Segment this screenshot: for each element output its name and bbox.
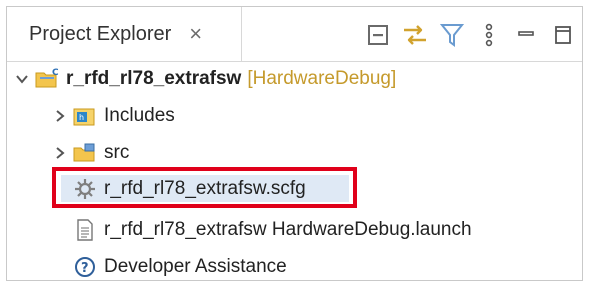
tree-item-label: r_rfd_rl78_extrafsw HardwareDebug.launch [104, 219, 472, 240]
view-tab-bar: Project Explorer × [7, 7, 582, 62]
chevron-right-icon[interactable] [52, 109, 68, 123]
filter-icon[interactable] [437, 21, 467, 49]
chevron-right-icon[interactable] [52, 146, 68, 160]
tree-item-label: r_rfd_rl78_extrafsw.scfg [104, 178, 306, 199]
tree-item-label: Developer Assistance [104, 256, 287, 277]
collapse-all-icon[interactable] [363, 21, 393, 49]
project-build-config: [HardwareDebug] [247, 68, 397, 89]
tree-item-label: Includes [104, 105, 175, 126]
link-with-editor-icon[interactable] [400, 21, 430, 49]
chevron-down-icon[interactable] [14, 72, 30, 86]
svg-text:h: h [79, 113, 84, 122]
tab-project-explorer[interactable]: Project Explorer × [7, 7, 242, 61]
tree-item-developer-assistance[interactable]: ? Developer Assistance [72, 250, 287, 284]
tree-item-src[interactable]: src [52, 136, 129, 170]
source-folder-icon [72, 140, 98, 166]
svg-text:C: C [52, 68, 59, 78]
project-name: r_rfd_rl78_extrafsw [66, 68, 242, 89]
help-icon: ? [72, 254, 98, 280]
gear-file-icon [72, 176, 98, 202]
view-menu-icon[interactable] [474, 21, 504, 49]
view-toolbar [363, 21, 585, 49]
tree-item-scfg[interactable]: r_rfd_rl78_extrafsw.scfg [72, 172, 306, 206]
minimize-icon[interactable] [511, 21, 541, 49]
c-project-folder-icon: C [34, 66, 60, 92]
tree-item-project[interactable]: C r_rfd_rl78_extrafsw [HardwareDebug] [14, 62, 396, 96]
tree-item-label: src [104, 142, 130, 163]
tab-title: Project Explorer [29, 22, 172, 45]
tree-item-launch[interactable]: r_rfd_rl78_extrafsw HardwareDebug.launch [72, 213, 472, 247]
tree-item-includes[interactable]: h Includes [52, 99, 175, 133]
maximize-icon[interactable] [548, 21, 578, 49]
svg-text:?: ? [81, 261, 89, 276]
close-icon[interactable]: × [189, 23, 202, 45]
includes-folder-icon: h [72, 103, 98, 129]
launch-file-icon [72, 217, 98, 243]
